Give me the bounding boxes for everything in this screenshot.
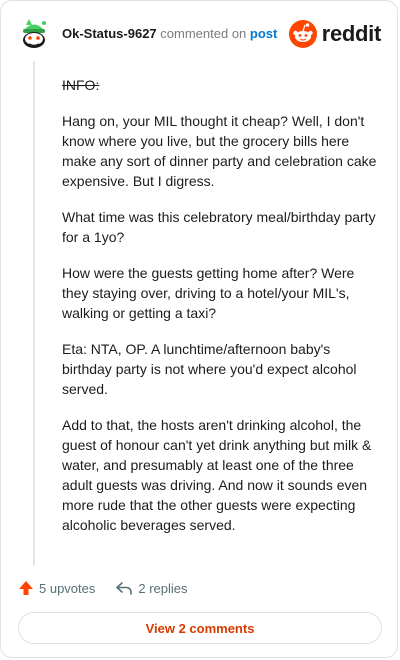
post-link[interactable]: post bbox=[250, 26, 277, 41]
comment-header: Ok-Status-9627 commented on post reddit bbox=[17, 17, 381, 57]
upvote-count: 5 upvotes bbox=[39, 580, 96, 596]
upvote-button[interactable]: 5 upvotes bbox=[18, 580, 95, 596]
thread-line bbox=[33, 61, 35, 566]
author-name[interactable]: Ok-Status-9627 bbox=[62, 26, 157, 41]
comment-paragraph: How were the guests getting home after? … bbox=[62, 265, 355, 321]
comment-paragraph: Add to that, the hosts aren't drinking a… bbox=[62, 417, 372, 533]
replies-button[interactable]: 2 replies bbox=[115, 580, 188, 596]
comment-paragraph: Hang on, your MIL thought it cheap? Well… bbox=[62, 113, 377, 189]
comment-paragraph: Eta: NTA, OP. A lunchtime/afternoon baby… bbox=[62, 341, 357, 397]
comment-paragraph: INFO: bbox=[62, 77, 100, 93]
author-line: Ok-Status-9627 commented on post bbox=[62, 26, 277, 41]
comment-paragraph: What time was this celebratory meal/birt… bbox=[62, 209, 376, 245]
comment-body: INFO: Hang on, your MIL thought it cheap… bbox=[62, 75, 377, 551]
reply-arrow-icon bbox=[116, 582, 133, 595]
snoo-avatar-icon[interactable] bbox=[17, 17, 51, 51]
comment-card: Ok-Status-9627 commented on post reddit … bbox=[0, 0, 398, 658]
comment-actions: 5 upvotes 2 replies bbox=[18, 577, 188, 599]
upvote-arrow-icon bbox=[19, 581, 33, 595]
reddit-alien-icon bbox=[288, 20, 317, 48]
reddit-wordmark: reddit bbox=[321, 21, 382, 46]
reply-count: 2 replies bbox=[138, 580, 188, 596]
action-text: commented on bbox=[160, 26, 247, 41]
view-comments-button[interactable]: View 2 comments bbox=[18, 612, 382, 644]
reddit-logo[interactable]: reddit bbox=[288, 19, 382, 49]
